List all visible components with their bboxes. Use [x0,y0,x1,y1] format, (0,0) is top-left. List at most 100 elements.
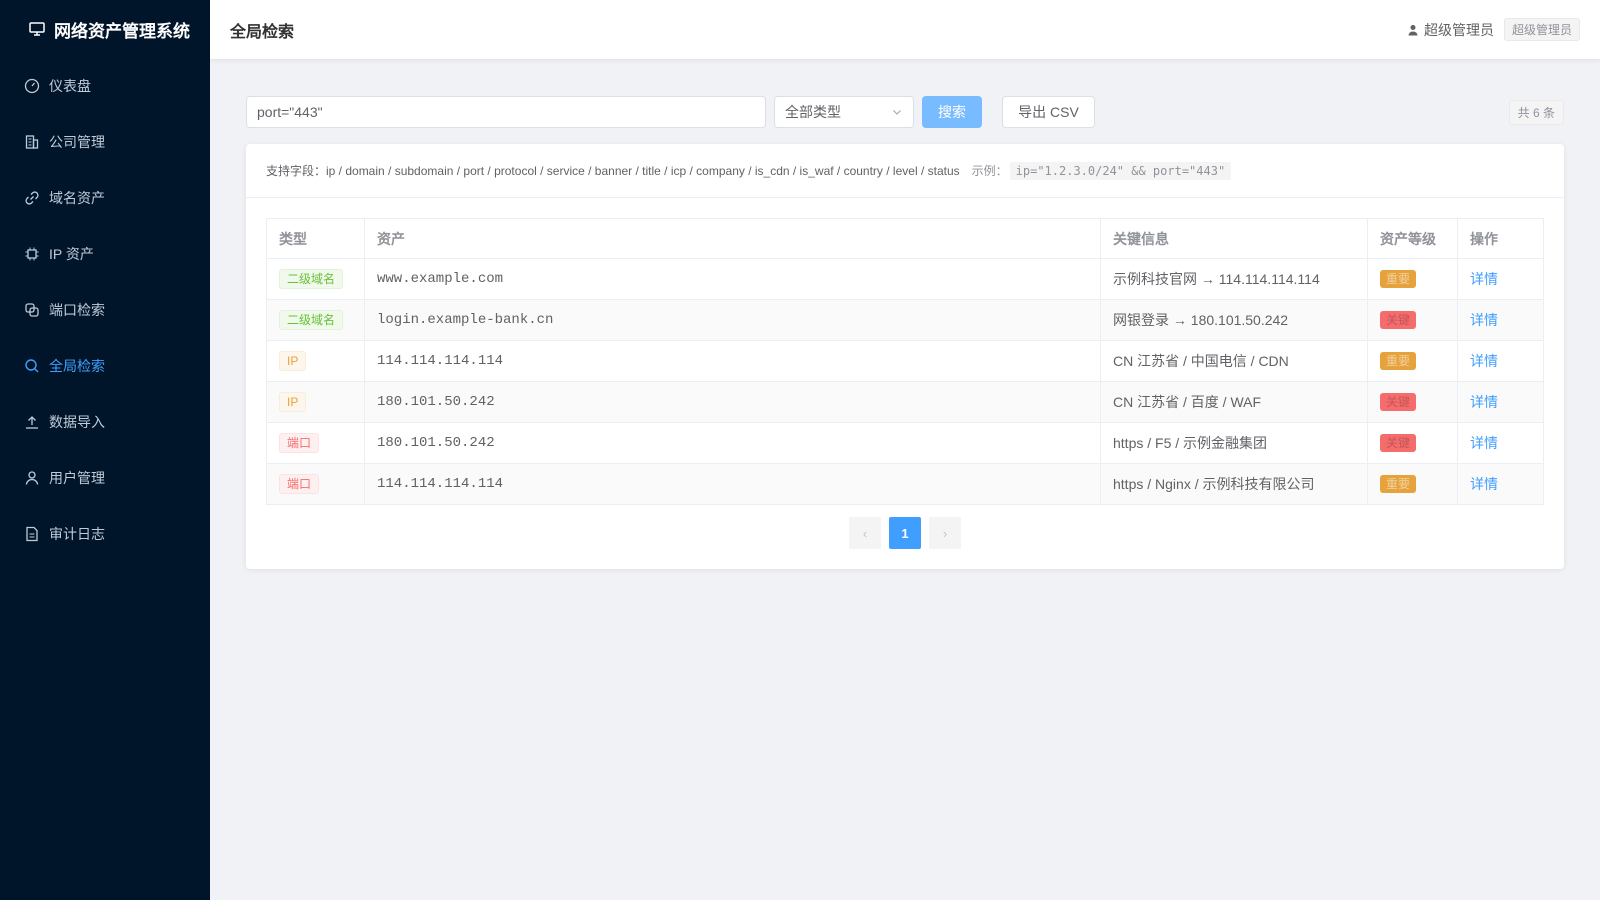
user-name: 超级管理员 [1423,21,1494,38]
monitor-icon [28,20,46,38]
level-badge: 重要 [1380,352,1417,370]
user-icon [24,470,40,486]
level-badge: 关键 [1380,393,1417,411]
sidebar-item-import[interactable]: 数据导入 [0,394,210,450]
level-badge: 重要 [1380,270,1417,288]
level-cell: 重要 [1367,340,1458,382]
export-csv-button[interactable]: 导出 CSV [1002,96,1095,128]
table-row: 二级域名 login.example-bank.cn 网银登录 → 180.10… [266,299,1544,341]
prev-page-button[interactable]: ‹ [849,517,881,549]
building-icon [24,134,40,150]
info-cell: CN 江苏省 / 百度 / WAF [1100,381,1368,423]
action-cell: 详情 [1457,463,1544,505]
action-cell: 详情 [1457,299,1544,341]
results-body: 类型 资产 关键信息 资产等级 操作 二级域名 www.example.com … [246,198,1564,569]
level-cell: 重要 [1367,463,1458,505]
results-table: 类型 资产 关键信息 资产等级 操作 二级域名 www.example.com … [266,218,1544,505]
page-title: 全局检索 [230,23,295,41]
detail-link[interactable]: 详情 [1470,353,1498,369]
type-cell: 端口 [266,422,365,464]
table-row: 端口 114.114.114.114 https / Nginx / 示例科技有… [266,463,1544,505]
upload-icon [24,414,40,430]
query-hint: 支持字段：ip / domain / subdomain / port / pr… [246,144,1564,198]
detail-link[interactable]: 详情 [1470,435,1498,451]
asset-cell: www.example.com [364,258,1101,300]
user-icon [1407,24,1419,36]
sidebar-item-global-search[interactable]: 全局检索 [0,338,210,394]
type-tag: 二级域名 [279,310,344,330]
asset-cell: login.example-bank.cn [364,299,1101,341]
level-badge: 关键 [1380,434,1417,452]
link-icon [24,190,40,206]
level-cell: 重要 [1367,258,1458,300]
level-badge: 重要 [1380,475,1417,493]
detail-link[interactable]: 详情 [1470,476,1498,492]
level-cell: 关键 [1367,422,1458,464]
level-cell: 关键 [1367,299,1458,341]
type-cell: IP [266,340,365,382]
main-content: 全部类型 搜索 导出 CSV 共 6 条 支持字段：ip / domain / … [210,60,1600,900]
action-cell: 详情 [1457,422,1544,464]
action-cell: 详情 [1457,340,1544,382]
table-row: 二级域名 www.example.com 示例科技官网 → 114.114.11… [266,258,1544,300]
results-card: 支持字段：ip / domain / subdomain / port / pr… [246,144,1564,569]
type-select-value: 全部类型 [785,104,841,120]
type-cell: IP [266,381,365,423]
table-row: IP 114.114.114.114 CN 江苏省 / 中国电信 / CDN 重… [266,340,1544,382]
sidebar-item-label: 数据导入 [49,414,105,430]
pagination: ‹ 1 › [266,517,1544,549]
table-row: 端口 180.101.50.242 https / F5 / 示例金融集团 关键… [266,422,1544,464]
sidebar-item-ip[interactable]: IP 资产 [0,226,210,282]
asset-cell: 180.101.50.242 [364,422,1101,464]
connection-icon [24,302,40,318]
sidebar-item-company[interactable]: 公司管理 [0,114,210,170]
next-page-button[interactable]: › [929,517,961,549]
role-badge: 超级管理员 [1503,18,1580,41]
sidebar-item-label: IP 资产 [49,246,94,262]
type-cell: 二级域名 [266,299,365,341]
detail-link[interactable]: 详情 [1470,312,1498,328]
sidebar-item-dashboard[interactable]: 仪表盘 [0,58,210,114]
sidebar-item-port[interactable]: 端口检索 [0,282,210,338]
sidebar-item-label: 公司管理 [49,134,105,150]
asset-cell: 114.114.114.114 [364,463,1101,505]
sidebar-item-domain[interactable]: 域名资产 [0,170,210,226]
search-icon [24,358,40,374]
table-header-row: 类型 资产 关键信息 资产等级 操作 [266,218,1544,259]
asset-cell: 180.101.50.242 [364,381,1101,423]
type-tag: IP [279,392,307,412]
info-cell: CN 江苏省 / 中国电信 / CDN [1100,340,1368,382]
brand: 网络资产管理系统 [0,0,210,58]
search-button[interactable]: 搜索 [922,96,982,128]
level-badge: 关键 [1380,311,1417,329]
chip-icon [24,246,40,262]
info-cell: https / F5 / 示例金融集团 [1100,422,1368,464]
sidebar-nav: 仪表盘 公司管理 域名资产 IP 资产 端口检索 全局检索 数据导入 用户管理 [0,58,210,562]
sidebar-item-users[interactable]: 用户管理 [0,450,210,506]
info-cell: 示例科技官网 → 114.114.114.114 [1100,258,1368,300]
action-cell: 详情 [1457,258,1544,300]
example-code: ip="1.2.3.0/24" && port="443" [1009,161,1232,180]
type-tag: 端口 [279,433,320,453]
type-select[interactable]: 全部类型 [774,96,914,128]
search-toolbar: 全部类型 搜索 导出 CSV 共 6 条 [246,96,1564,128]
detail-link[interactable]: 详情 [1470,271,1498,287]
detail-link[interactable]: 详情 [1470,394,1498,410]
type-cell: 端口 [266,463,365,505]
table-row: IP 180.101.50.242 CN 江苏省 / 百度 / WAF 关键 详… [266,381,1544,423]
info-cell: https / Nginx / 示例科技有限公司 [1100,463,1368,505]
sidebar-item-audit[interactable]: 审计日志 [0,506,210,562]
user-menu[interactable]: 超级管理员 超级管理员 [1407,18,1580,41]
asset-cell: 114.114.114.114 [364,340,1101,382]
result-count-badge: 共 6 条 [1508,99,1564,125]
sidebar-item-label: 用户管理 [49,470,105,486]
dashboard-icon [24,78,40,94]
level-cell: 关键 [1367,381,1458,423]
sidebar-item-label: 端口检索 [49,302,105,318]
query-input[interactable] [246,96,766,128]
page-number-button[interactable]: 1 [889,517,921,549]
action-cell: 详情 [1457,381,1544,423]
top-header: 全局检索 超级管理员 超级管理员 [210,0,1600,60]
sidebar-item-label: 审计日志 [49,526,105,542]
sidebar: 网络资产管理系统 仪表盘 公司管理 域名资产 IP 资产 端口检索 全局检索 数… [0,0,210,900]
